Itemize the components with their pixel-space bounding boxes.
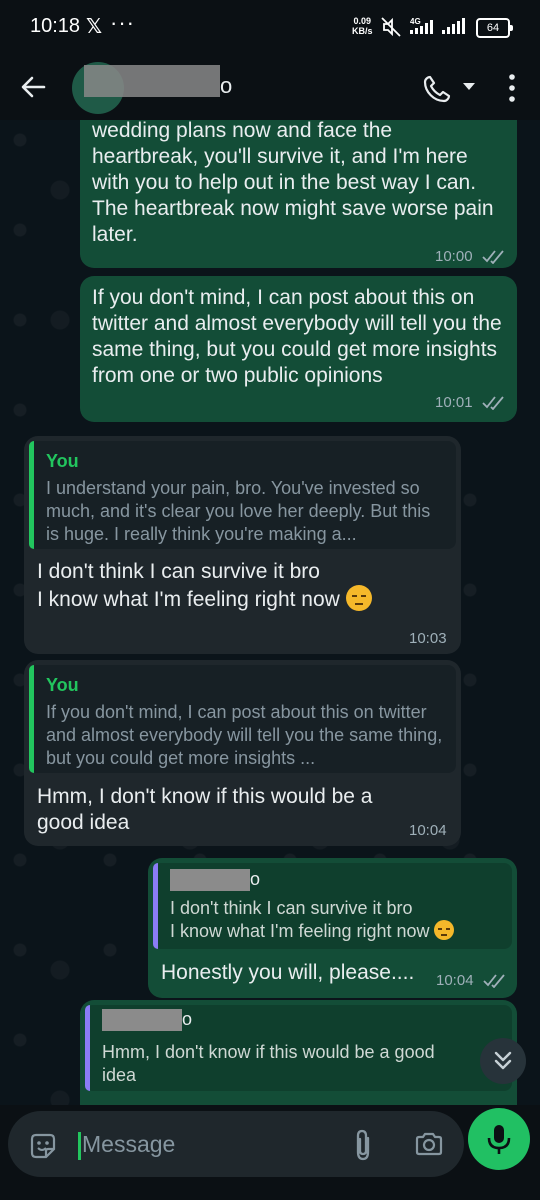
quote-sender-redacted xyxy=(170,869,250,891)
quote-sender: You xyxy=(46,451,79,471)
x-app-icon: 𝕏 xyxy=(86,16,103,38)
message-text: If you don't mind, I can post about this… xyxy=(92,286,502,387)
microphone-icon xyxy=(487,1125,511,1154)
network-type: 4G xyxy=(410,17,421,26)
quote-sender: o xyxy=(182,1009,193,1029)
chat-header: o xyxy=(0,56,540,120)
chevron-down-icon[interactable] xyxy=(462,82,476,92)
quote-text: Hmm, I don't know if this would be a goo… xyxy=(102,1042,435,1085)
message-bubble-outgoing[interactable]: paching ahead, you can really cancel all… xyxy=(80,120,517,268)
paperclip-icon[interactable] xyxy=(352,1128,374,1162)
phone-call-icon[interactable] xyxy=(422,74,452,104)
quote-text: I understand your pain, bro. You've inve… xyxy=(46,478,431,544)
status-bar: 10:18 𝕏 ··· 0.09 KB/s 4G 64 xyxy=(0,0,540,56)
message-list[interactable]: paching ahead, you can really cancel all… xyxy=(0,120,540,1105)
double-chevron-down-icon xyxy=(494,1051,512,1070)
camera-icon[interactable] xyxy=(414,1131,444,1157)
more-notifications-icon: ··· xyxy=(110,10,135,35)
quoted-message[interactable]: o I don't think I can survive it bro I k… xyxy=(153,863,512,949)
message-text: paching ahead, you can really cancel all… xyxy=(92,120,494,246)
mute-alarm-icon xyxy=(381,17,401,37)
message-text: Hmm, I don't know if this would be a goo… xyxy=(37,785,373,834)
read-receipt-icon xyxy=(482,396,504,410)
sticker-emoji-icon[interactable] xyxy=(28,1131,58,1161)
message-bubble-outgoing[interactable]: o I don't think I can survive it bro I k… xyxy=(148,858,517,998)
contact-name-redacted[interactable] xyxy=(84,65,220,97)
pensive-face-emoji xyxy=(345,585,372,611)
network-rate: 0.09 KB/s xyxy=(352,16,373,36)
text-cursor xyxy=(78,1132,81,1160)
status-time: 10:18 xyxy=(30,15,81,37)
message-time: 10:04 xyxy=(409,822,447,839)
message-bubble-outgoing[interactable]: o Hmm, I don't know if this would be a g… xyxy=(80,1000,517,1105)
quote-sender: o xyxy=(250,869,261,889)
quoted-message[interactable]: You I understand your pain, bro. You've … xyxy=(29,441,456,549)
quote-bar xyxy=(85,1005,90,1091)
message-time: 10:03 xyxy=(409,630,447,647)
message-time: 10:00 xyxy=(435,248,473,265)
quote-bar xyxy=(29,441,34,549)
quoted-message[interactable]: You If you don't mind, I can post about … xyxy=(29,665,456,773)
message-text: Honestly you will, please.... xyxy=(161,961,415,984)
more-vert-icon[interactable] xyxy=(506,72,518,104)
back-arrow-icon[interactable] xyxy=(20,74,46,100)
quote-text: If you don't mind, I can post about this… xyxy=(46,702,443,768)
battery-icon: 64 xyxy=(476,18,513,38)
quote-sender: You xyxy=(46,675,79,695)
scroll-to-bottom-button[interactable] xyxy=(480,1038,526,1084)
message-placeholder: Message xyxy=(82,1131,176,1157)
composer-bar: Message xyxy=(0,1105,540,1200)
quote-text-content: I don't think I can survive it bro I kno… xyxy=(170,898,430,941)
signal-4g-icon: 4G xyxy=(410,17,433,34)
message-bubble-incoming[interactable]: You I understand your pain, bro. You've … xyxy=(24,436,461,654)
quote-text: I don't think I can survive it bro I kno… xyxy=(170,897,500,943)
network-rate-value: 0.09 xyxy=(353,16,372,26)
voice-message-button[interactable] xyxy=(468,1108,530,1170)
quote-bar xyxy=(29,665,34,773)
read-receipt-icon xyxy=(482,250,504,264)
message-bubble-outgoing[interactable]: If you don't mind, I can post about this… xyxy=(80,276,517,422)
message-bubble-incoming[interactable]: You If you don't mind, I can post about … xyxy=(24,660,461,846)
contact-name[interactable]: o xyxy=(220,73,232,99)
message-input[interactable]: Message xyxy=(8,1111,464,1177)
message-text: I don't think I can survive it bro I kno… xyxy=(37,559,447,613)
quoted-message[interactable]: o Hmm, I don't know if this would be a g… xyxy=(85,1005,512,1091)
message-text-content: I don't think I can survive it bro I kno… xyxy=(37,560,340,611)
quote-sender-redacted xyxy=(102,1009,182,1031)
message-time: 10:04 xyxy=(436,972,474,989)
message-time: 10:01 xyxy=(435,394,473,411)
read-receipt-icon xyxy=(483,974,505,988)
network-rate-unit: KB/s xyxy=(352,26,373,36)
pensive-face-emoji xyxy=(433,920,454,940)
signal-icon xyxy=(442,18,465,34)
quote-bar xyxy=(153,863,158,949)
